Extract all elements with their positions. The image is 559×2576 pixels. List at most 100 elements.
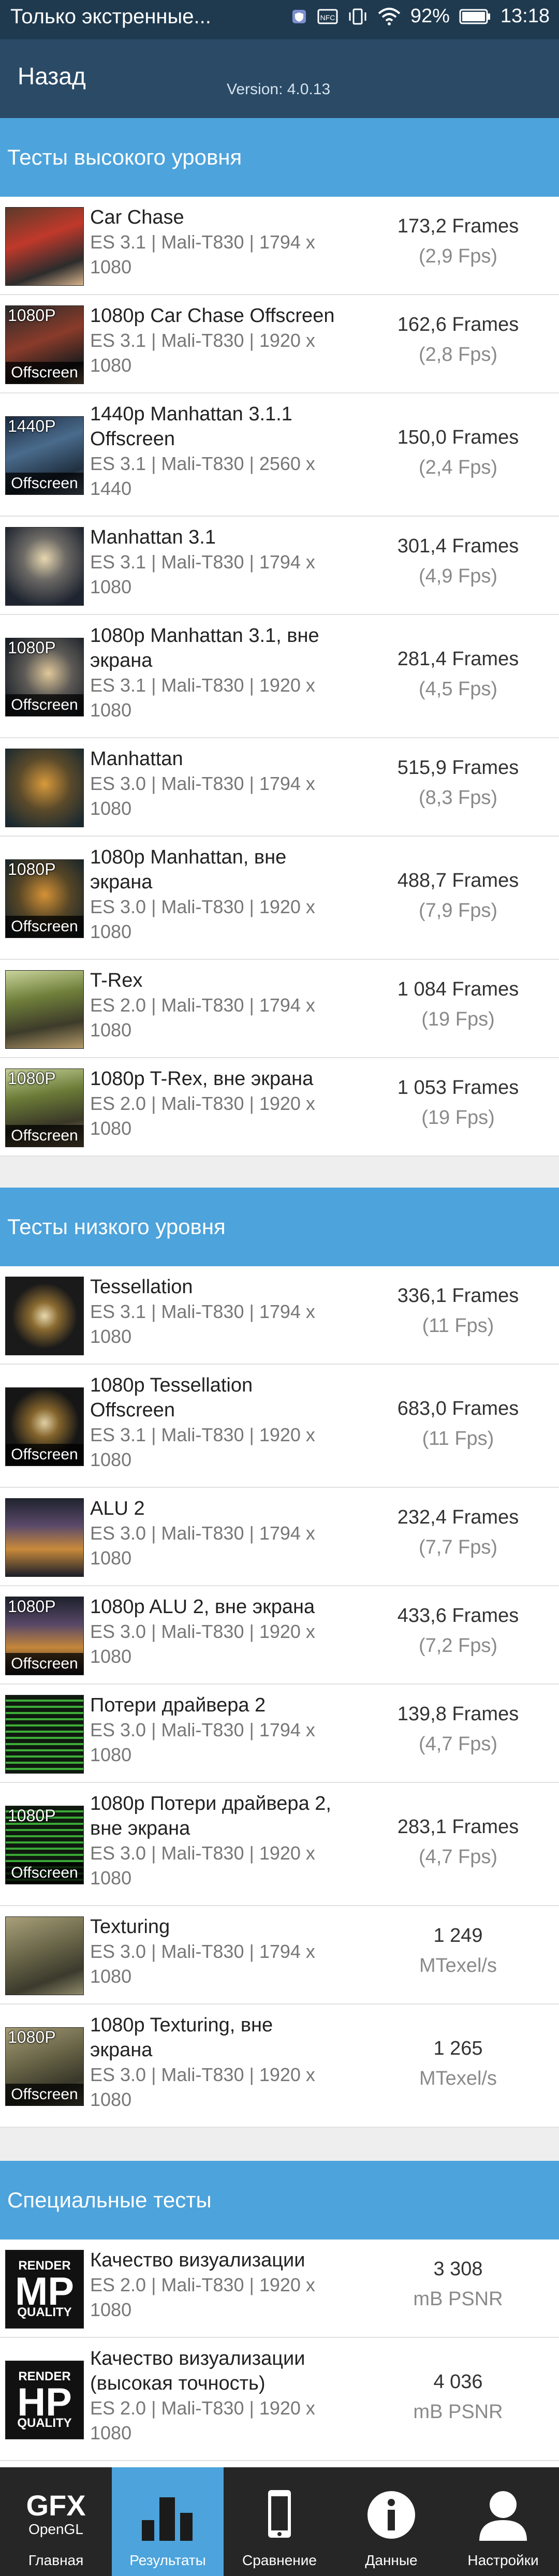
section-divider: [0, 2128, 559, 2161]
test-score: 336,1 Frames: [397, 1285, 519, 1307]
nav-item-settings[interactable]: Настройки: [447, 2467, 559, 2576]
test-score: 433,6 Frames: [397, 1605, 519, 1627]
list-item[interactable]: Car Chase ES 3.1 | Mali-T830 | 1794 x 1080…: [0, 197, 559, 295]
offscreen-badge: Offscreen: [6, 473, 83, 494]
test-fps: (11 Fps): [422, 1428, 494, 1450]
test-thumbnail: 1080P Offscreen: [5, 859, 84, 938]
gfx-logo-text: GFX: [26, 2489, 86, 2522]
test-score: 150,0 Frames: [397, 427, 519, 448]
badge-bottom-label: QUALITY: [17, 2416, 72, 2430]
section-title: Тесты низкого уровня: [7, 1214, 226, 1239]
nav-item-data[interactable]: Данные: [335, 2467, 447, 2576]
test-fps: (11 Fps): [422, 1315, 494, 1337]
version-label: Version: 4.0.13: [227, 81, 331, 98]
test-thumbnail: [5, 527, 84, 606]
test-title: 1440p Manhattan 3.1.1: [90, 403, 292, 425]
test-detail: 1080: [90, 1326, 132, 1347]
test-thumbnail: [5, 749, 84, 827]
list-item[interactable]: Manhattan ES 3.0 | Mali-T830 | 1794 x 1080…: [0, 738, 559, 837]
test-detail: ES 3.0 | Mali-T830 | 1794 x: [90, 773, 315, 794]
list-item[interactable]: RENDER HP QUALITY Качество визуализации (…: [0, 2338, 559, 2461]
offscreen-badge: Offscreen: [6, 694, 83, 716]
test-detail: ES 3.0 | Mali-T830 | 1920 x: [90, 896, 315, 917]
test-detail: ES 3.1 | Mali-T830 | 1920 x: [90, 1424, 315, 1445]
test-thumbnail: [5, 1277, 84, 1355]
test-thumbnail: 1080P Offscreen: [5, 1806, 84, 1884]
nav-item-compare[interactable]: Сравнение: [224, 2467, 335, 2576]
test-title-line2: экрана: [90, 871, 153, 893]
test-fps: MTexel/s: [419, 1955, 497, 1977]
list-item[interactable]: Tessellation ES 3.1 | Mali-T830 | 1794 x 1…: [0, 1266, 559, 1365]
test-score: 3 308: [433, 2258, 483, 2280]
list-item[interactable]: 1080P Offscreen 1080p Manhattan 3.1, вне…: [0, 615, 559, 738]
test-title-line2: экрана: [90, 2039, 153, 2061]
test-score: 139,8 Frames: [397, 1703, 519, 1725]
test-fps: (4,7 Fps): [418, 1846, 498, 1868]
person-icon: [479, 2491, 527, 2541]
test-detail: 1080: [90, 699, 132, 721]
test-fps: (2,9 Fps): [418, 245, 498, 267]
list-item[interactable]: Texturing ES 3.0 | Mali-T830 | 1794 x 1080…: [0, 1906, 559, 2004]
test-thumbnail: [5, 1695, 84, 1774]
test-detail: 1080: [90, 1118, 132, 1139]
test-thumbnail: [5, 1498, 84, 1577]
gfx-logo-subtext: OpenGL: [28, 2521, 83, 2537]
resolution-badge: 1080P: [8, 860, 56, 879]
list-item[interactable]: 1080P Offscreen 1080p T-Rex, вне экрана E…: [0, 1058, 559, 1157]
list-item[interactable]: ALU 2 ES 3.0 | Mali-T830 | 1794 x 1080 232…: [0, 1488, 559, 1586]
badge-bottom-label: QUALITY: [17, 2305, 72, 2319]
svg-text:NFC: NFC: [320, 13, 335, 22]
list-item[interactable]: Offscreen 1080p Tessellation Offscreen ES …: [0, 1365, 559, 1488]
test-title: T-Rex: [90, 970, 143, 991]
test-detail: 1080: [90, 1867, 132, 1889]
test-thumbnail: 1080P Offscreen: [5, 1597, 84, 1675]
list-item[interactable]: 1080P Offscreen 1080p Manhattan, вне экра…: [0, 837, 559, 960]
gfx-logo-icon: GFX OpenGL: [0, 2490, 112, 2538]
test-score: 232,4 Frames: [397, 1506, 519, 1528]
list-item[interactable]: 1440P Offscreen 1440p Manhattan 3.1.1 Off…: [0, 393, 559, 517]
test-fps: (4,7 Fps): [418, 1733, 498, 1755]
section-header-high-level: Тесты высокого уровня: [0, 118, 559, 197]
test-thumbnail: 1080P Offscreen: [5, 638, 84, 716]
test-detail: ES 3.1 | Mali-T830 | 1920 x: [90, 675, 315, 696]
test-title: Качество визуализации: [90, 2249, 305, 2271]
list-item[interactable]: 1080P Offscreen 1080p Потери драйвера 2,…: [0, 1783, 559, 1906]
resolution-badge: 1080P: [8, 1806, 56, 1825]
battery-percent: 92%: [410, 5, 450, 27]
list-item[interactable]: Потери драйвера 2 ES 3.0 | Mali-T830 | 17…: [0, 1685, 559, 1783]
list-item[interactable]: 1080P Offscreen 1080p ALU 2, вне экрана E…: [0, 1586, 559, 1685]
test-fps: (4,5 Fps): [418, 678, 498, 700]
test-fps: (19 Fps): [421, 1107, 495, 1129]
test-title: Потери драйвера 2: [90, 1694, 266, 1716]
test-detail: 1080: [90, 2089, 132, 2110]
test-detail: 1080: [90, 798, 132, 819]
test-title: 1080p Tessellation: [90, 1374, 253, 1396]
list-item[interactable]: 1080P Offscreen 1080p Texturing, вне экра…: [0, 2004, 559, 2128]
test-title: 1080p T-Rex, вне экрана: [90, 1068, 314, 1090]
nav-label: Данные: [365, 2552, 418, 2568]
test-detail: 1080: [90, 576, 132, 597]
list-item[interactable]: T-Rex ES 2.0 | Mali-T830 | 1794 x 1080 1 0…: [0, 960, 559, 1058]
test-detail: ES 2.0 | Mali-T830 | 1920 x: [90, 2274, 315, 2295]
test-score: 283,1 Frames: [397, 1816, 519, 1838]
list-item[interactable]: Manhattan 3.1 ES 3.1 | Mali-T830 | 1794 x…: [0, 517, 559, 615]
status-bar: Только экстренные... NFC 92% 13:18: [0, 0, 559, 39]
test-thumbnail: [5, 970, 84, 1049]
test-thumbnail: 1080P Offscreen: [5, 1069, 84, 1147]
nav-item-results[interactable]: Результаты: [112, 2467, 224, 2576]
test-score: 162,6 Frames: [397, 314, 519, 335]
test-fps: (7,7 Fps): [418, 1536, 498, 1558]
clock: 13:18: [500, 5, 550, 27]
test-thumbnail: [5, 207, 84, 286]
test-title-line2: Offscreen: [90, 1399, 175, 1421]
list-item[interactable]: 1080P Offscreen 1080p Car Chase Offscree…: [0, 295, 559, 393]
list-item[interactable]: RENDER MP QUALITY Качество визуализации E…: [0, 2240, 559, 2338]
test-title-line2: (высокая точность): [90, 2373, 266, 2394]
shield-icon: [292, 9, 306, 23]
test-detail: ES 3.1 | Mali-T830 | 1794 x: [90, 1301, 315, 1322]
offscreen-badge: Offscreen: [6, 916, 83, 938]
back-button[interactable]: Назад: [18, 62, 86, 90]
nav-item-home[interactable]: GFX OpenGL Главная: [0, 2467, 112, 2576]
test-detail: 1080: [90, 355, 132, 376]
test-title: Texturing: [90, 1916, 170, 1938]
